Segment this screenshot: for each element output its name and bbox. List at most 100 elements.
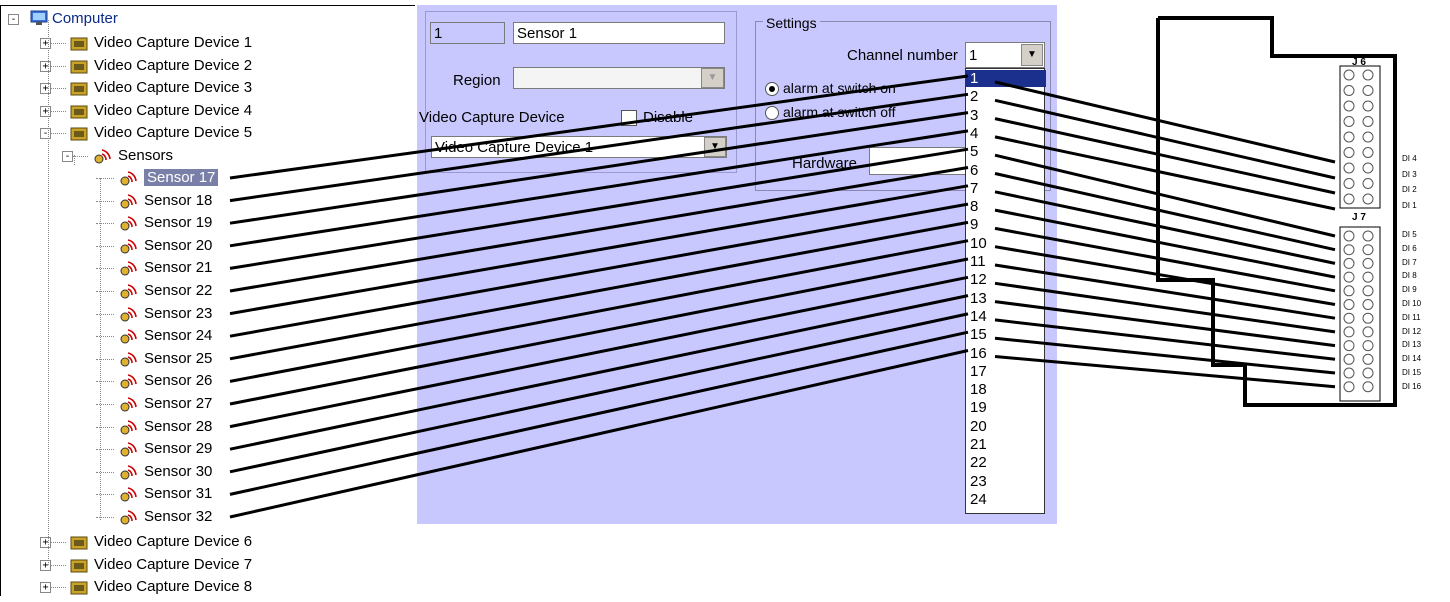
tree-device-1[interactable]: + Video Capture Device 1 xyxy=(40,32,253,54)
channel-option[interactable]: 6 xyxy=(970,162,978,179)
channel-option[interactable]: 1 xyxy=(966,70,1046,87)
tree-device-7[interactable]: + Video Capture Device 7 xyxy=(40,554,253,576)
device-dropdown-icon[interactable]: ▼ xyxy=(704,137,726,157)
channel-dropdown-list[interactable]: 1 2 3 4 5 6 7 8 9 10 11 12 13 14 15 16 17 18 19 20 21 22 23 24 xyxy=(965,68,1046,514)
capture-device-icon xyxy=(70,126,88,141)
tree-device-2-label: Video Capture Device 2 xyxy=(94,56,253,74)
alarm-off-label: alarm at switch off xyxy=(783,104,896,120)
sensor-id-field[interactable]: 1 xyxy=(430,22,505,44)
tree-device-6-label: Video Capture Device 6 xyxy=(94,533,253,550)
channel-option[interactable]: 19 xyxy=(970,399,987,416)
pin-label: DI 7 xyxy=(1402,257,1417,267)
sensor-icon xyxy=(118,213,138,233)
channel-option[interactable]: 18 xyxy=(970,381,987,398)
channel-option[interactable]: 11 xyxy=(970,253,986,270)
channel-option[interactable]: 22 xyxy=(970,454,987,471)
sensor-icon xyxy=(118,371,138,391)
sensor-name-field[interactable]: Sensor 1 xyxy=(513,22,725,44)
tree-sensor-item[interactable]: Sensor 29 xyxy=(96,438,213,460)
alarm-on-radio[interactable] xyxy=(765,82,779,96)
tree-sensor-item[interactable]: Sensor 30 xyxy=(96,461,213,483)
tree-sensors-node[interactable]: - Sensors xyxy=(62,145,174,167)
tree-sensor-item-label: Sensor 25 xyxy=(144,349,213,367)
pin-label: DI 6 xyxy=(1402,243,1417,253)
alarm-off-radio[interactable] xyxy=(765,106,779,120)
tree-sensor-item[interactable]: Sensor 20 xyxy=(96,235,212,257)
tree-sensor-item[interactable]: Sensor 27 xyxy=(96,393,213,415)
pin-label: DI 8 xyxy=(1402,271,1417,281)
tree-sensor-item-label: Sensor 23 xyxy=(144,304,213,322)
tree-device-4[interactable]: + Video Capture Device 4 xyxy=(40,100,253,122)
collapse-icon[interactable]: - xyxy=(8,14,19,25)
capture-device-icon xyxy=(70,580,88,595)
hardware-field[interactable] xyxy=(869,147,969,175)
tree-sensor-item[interactable]: Sensor 18 xyxy=(96,190,212,212)
channel-option[interactable]: 7 xyxy=(970,180,978,197)
tree-sensors-node-label: Sensors xyxy=(118,147,174,164)
tree-device-4-label: Video Capture Device 4 xyxy=(94,101,253,119)
disable-checkbox[interactable] xyxy=(621,110,637,126)
tree-device-6[interactable]: + Video Capture Device 6 xyxy=(40,531,253,553)
tree-sensor-item[interactable]: Sensor 31 xyxy=(96,483,213,505)
channel-option[interactable]: 23 xyxy=(970,473,987,490)
tree-sensor-item-label: Sensor 30 xyxy=(144,462,213,480)
channel-option[interactable]: 9 xyxy=(970,216,978,233)
tree-sensor-item-label: Sensor 27 xyxy=(144,395,213,412)
sensor-icon xyxy=(118,258,138,278)
pin-label: DI 11 xyxy=(1402,312,1421,322)
tree-sensor-item-label: Sensor 29 xyxy=(144,440,213,458)
tree-device-3[interactable]: + Video Capture Device 3 xyxy=(40,77,253,99)
channel-option[interactable]: 13 xyxy=(970,290,987,307)
channel-option[interactable]: 21 xyxy=(970,436,987,453)
tree-device-3-label: Video Capture Device 3 xyxy=(94,79,253,96)
sensor-icon xyxy=(118,349,138,369)
sensor-icon xyxy=(118,439,138,459)
sensor-icon xyxy=(92,146,112,166)
tree-device-2[interactable]: + Video Capture Device 2 xyxy=(40,55,253,77)
channel-option[interactable]: 17 xyxy=(970,363,987,380)
tree-sensor-item[interactable]: Sensor 24 xyxy=(96,325,212,347)
tree-sensor-item[interactable]: Sensor 22 xyxy=(96,280,212,302)
channel-option[interactable]: 12 xyxy=(970,271,987,288)
sensor-icon xyxy=(118,484,138,504)
region-combo[interactable] xyxy=(513,67,725,89)
pin-label: DI 3 xyxy=(1402,169,1417,179)
tree-sensor-item[interactable]: Sensor 25 xyxy=(96,348,213,370)
region-dropdown-icon[interactable]: ▼ xyxy=(701,68,724,88)
tree-sensor-item[interactable]: Sensor 28 xyxy=(96,416,212,438)
tree-sensor-item[interactable]: Sensor 21 xyxy=(96,257,212,279)
tree-connector-line xyxy=(74,155,75,165)
channel-option[interactable]: 16 xyxy=(970,345,987,362)
sensor-icon xyxy=(118,394,138,414)
tree-sensor-item[interactable]: Sensor 32 xyxy=(96,506,213,528)
channel-option[interactable]: 4 xyxy=(970,125,978,142)
tree-connector-line xyxy=(100,178,101,520)
channel-option[interactable]: 24 xyxy=(970,491,987,508)
pin-label: DI 12 xyxy=(1402,326,1422,336)
tree-sensor-item[interactable]: Sensor 26 xyxy=(96,370,212,392)
sensor-icon xyxy=(118,304,138,324)
tree-sensor-item-label: Sensor 32 xyxy=(144,508,213,525)
channel-option[interactable]: 3 xyxy=(970,107,978,124)
tree-device-7-label: Video Capture Device 7 xyxy=(94,555,253,573)
channel-option[interactable]: 15 xyxy=(970,326,987,343)
capture-device-icon xyxy=(70,535,88,550)
channel-option[interactable]: 2 xyxy=(970,88,978,105)
tree-sensor-item[interactable]: Sensor 23 xyxy=(96,303,213,325)
channel-dropdown-icon[interactable]: ▼ xyxy=(1021,44,1043,66)
channel-option[interactable]: 20 xyxy=(970,418,987,435)
tree-sensor-item-label: Sensor 31 xyxy=(144,485,213,503)
tree-device-1-label: Video Capture Device 1 xyxy=(94,34,253,51)
channel-option[interactable]: 5 xyxy=(970,143,978,160)
channel-option[interactable]: 10 xyxy=(970,235,987,252)
pin-label: DI 4 xyxy=(1402,154,1417,163)
tree-device-5[interactable]: - Video Capture Device 5 xyxy=(40,122,252,144)
tree-sensor-item[interactable]: Sensor 19 xyxy=(96,212,212,234)
device-combo[interactable]: Video Capture Device 1 xyxy=(431,136,727,158)
pin-label: DI 9 xyxy=(1402,285,1417,295)
channel-option[interactable]: 14 xyxy=(970,308,987,325)
pin-label: DI 15 xyxy=(1402,368,1422,377)
channel-option[interactable]: 8 xyxy=(970,198,978,215)
tree-sensor-item[interactable]: Sensor 17 xyxy=(96,167,219,189)
alarm-on-label: alarm at switch on xyxy=(783,80,896,96)
